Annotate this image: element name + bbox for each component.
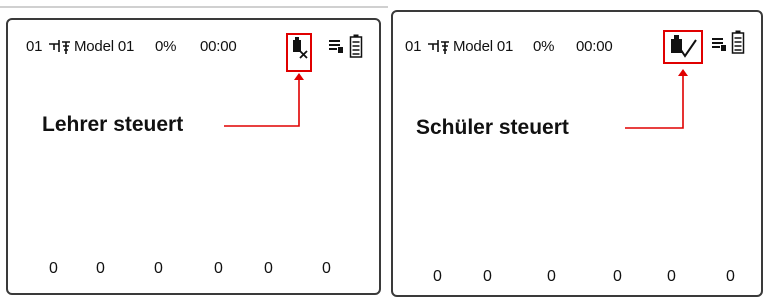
channel-value: 0 bbox=[667, 268, 676, 285]
channel-value: 0 bbox=[726, 268, 735, 285]
pointer-line bbox=[625, 69, 688, 129]
top-divider bbox=[0, 6, 388, 8]
channel-value: 0 bbox=[483, 268, 492, 285]
channel-value: 0 bbox=[433, 268, 442, 285]
channel-value: 0 bbox=[96, 260, 105, 277]
channel-value: 0 bbox=[214, 260, 223, 277]
channel-value: 0 bbox=[547, 268, 556, 285]
channel-value: 0 bbox=[154, 260, 163, 277]
display-screen-student: 01 Model 01 0% 00:00 Schüler steuert 0 0… bbox=[391, 10, 763, 297]
channel-value: 0 bbox=[322, 260, 331, 277]
channel-value: 0 bbox=[613, 268, 622, 285]
display-screen-teacher: 01 Model 01 0% 00:00 Lehrer steuert 0 0 … bbox=[6, 18, 381, 295]
pointer-line bbox=[224, 73, 304, 127]
channel-value: 0 bbox=[49, 260, 58, 277]
channel-value: 0 bbox=[264, 260, 273, 277]
